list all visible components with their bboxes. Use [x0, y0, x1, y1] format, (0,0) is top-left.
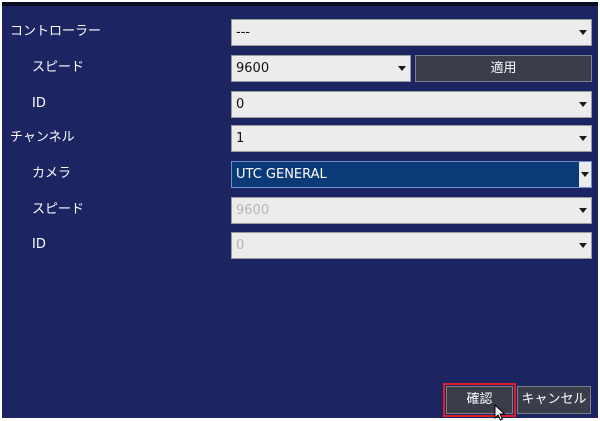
controller-label: コントローラー	[10, 24, 102, 39]
chevron-down-icon	[579, 136, 587, 141]
camera-id-label: ID	[32, 237, 46, 252]
camera-speed-select[interactable]: 9600	[231, 197, 592, 224]
channel-label: チャンネル	[10, 130, 75, 145]
channel-value: 1	[236, 131, 245, 146]
camera-speed-value: 9600	[236, 203, 270, 218]
camera-speed-label: スピード	[32, 202, 85, 217]
camera-id-select[interactable]: 0	[231, 232, 592, 259]
cancel-button[interactable]: キャンセル	[517, 386, 591, 414]
controller-speed-select[interactable]: 9600	[231, 55, 411, 82]
chevron-down-icon	[579, 102, 587, 107]
mouse-pointer-icon	[494, 404, 506, 421]
camera-value: UTC GENERAL	[236, 167, 327, 182]
confirm-button-label: 確認	[466, 392, 493, 407]
camera-label: カメラ	[32, 166, 72, 181]
controller-settings-dialog: コントローラー --- スピード 9600 適用 ID 0 チャンネル 1 カメ…	[2, 2, 598, 421]
controller-speed-value: 9600	[236, 61, 270, 76]
controller-speed-label: スピード	[32, 60, 85, 75]
chevron-down-icon	[579, 243, 587, 248]
cancel-button-label: キャンセル	[521, 392, 587, 407]
controller-value: ---	[236, 25, 251, 40]
camera-select[interactable]: UTC GENERAL	[231, 161, 592, 188]
controller-select[interactable]: ---	[231, 19, 592, 46]
controller-id-select[interactable]: 0	[231, 91, 592, 118]
chevron-down-icon	[581, 172, 589, 177]
chevron-down-icon	[398, 66, 406, 71]
apply-button[interactable]: 適用	[415, 55, 592, 82]
channel-select[interactable]: 1	[231, 125, 592, 152]
chevron-down-icon	[579, 30, 587, 35]
controller-id-label: ID	[32, 96, 46, 111]
camera-id-value: 0	[236, 238, 245, 253]
chevron-down-icon	[579, 208, 587, 213]
controller-id-value: 0	[236, 97, 245, 112]
apply-button-label: 適用	[490, 61, 517, 76]
